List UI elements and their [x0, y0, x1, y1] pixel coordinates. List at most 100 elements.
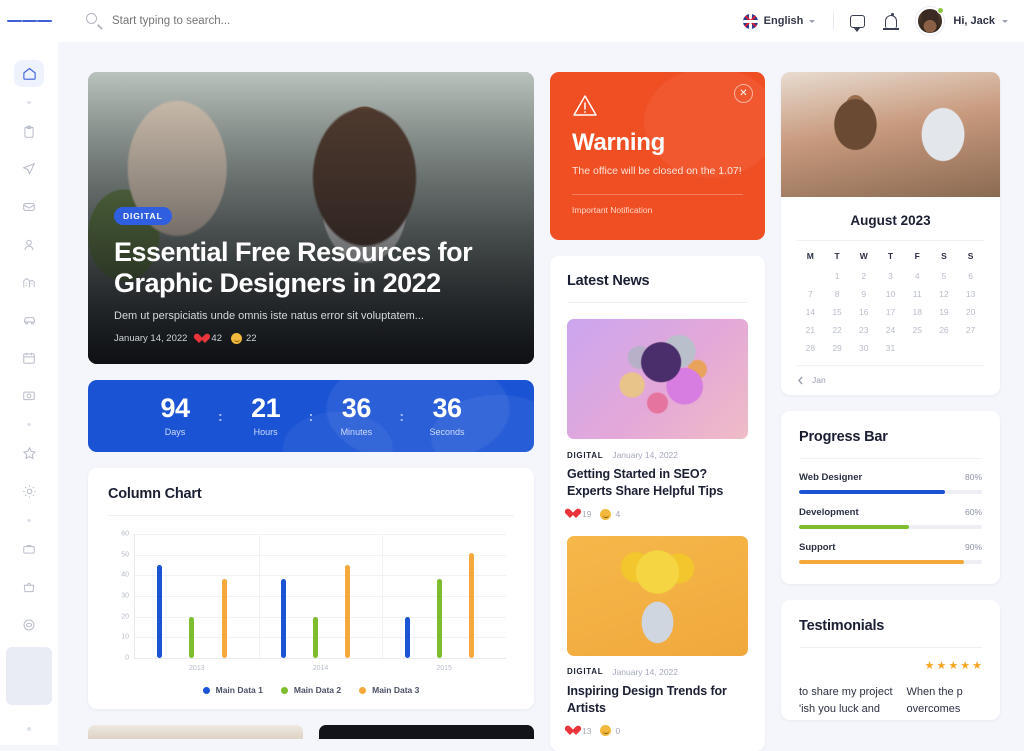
countdown-label: Hours — [253, 427, 278, 437]
countdown-value: 36 — [341, 393, 372, 423]
sidebar-item-bag[interactable] — [14, 574, 44, 601]
language-selector[interactable]: English — [731, 13, 828, 29]
calendar-day[interactable]: 27 — [957, 325, 984, 335]
calendar-day[interactable]: 3 — [877, 271, 904, 281]
user-greeting: Hi, Jack — [953, 15, 995, 27]
sidebar-item-eye[interactable] — [14, 611, 44, 638]
calendar-weekday: T — [887, 251, 894, 261]
chevron-down-icon[interactable] — [1002, 19, 1008, 23]
calendar-day[interactable]: 29 — [824, 343, 851, 353]
chevron-down-icon — [809, 19, 816, 23]
peek-card-2[interactable] — [319, 725, 534, 739]
news-headline[interactable]: Getting Started in SEO? Experts Share He… — [567, 466, 748, 501]
sidebar-scroll-thumb[interactable] — [6, 647, 52, 705]
chart-legend-item[interactable]: Main Data 1 — [202, 685, 263, 695]
calendar-day[interactable]: 11 — [904, 289, 931, 299]
sidebar-item-brightness[interactable] — [14, 478, 44, 505]
chart-bar[interactable] — [221, 579, 227, 658]
calendar-day[interactable]: 18 — [904, 307, 931, 317]
sidebar-item-calendar[interactable] — [14, 344, 44, 371]
progress-fill — [799, 525, 909, 529]
calendar-day[interactable]: 20 — [957, 307, 984, 317]
chart-bar[interactable] — [157, 565, 163, 658]
calendar-day[interactable]: 16 — [850, 307, 877, 317]
sidebar-item-clipboard[interactable] — [14, 118, 44, 145]
chart-bar[interactable] — [189, 616, 195, 658]
chart-y-tick: 50 — [121, 551, 129, 559]
calendar-day[interactable]: 28 — [797, 343, 824, 353]
calendar-day[interactable]: 31 — [877, 343, 904, 353]
calendar-day[interactable]: 2 — [850, 271, 877, 281]
chat-icon[interactable] — [840, 4, 874, 38]
calendar-day[interactable]: 30 — [850, 343, 877, 353]
peek-card-1[interactable] — [88, 725, 303, 739]
chart-bar[interactable] — [404, 616, 410, 658]
testimonial-text: to share my project'ish you luck andThan… — [799, 686, 893, 716]
progress-label: Web Designer — [799, 472, 863, 483]
search-bar[interactable] — [86, 13, 731, 30]
news-likes-count: 13 — [582, 725, 592, 736]
calendar-day[interactable]: 19 — [931, 307, 958, 317]
hero-category-badge[interactable]: DIGITAL — [114, 206, 172, 225]
sidebar-item-home[interactable] — [14, 60, 44, 87]
calendar-day[interactable]: 7 — [797, 289, 824, 299]
calendar-day[interactable]: 12 — [931, 289, 958, 299]
calendar-day[interactable]: 26 — [931, 325, 958, 335]
calendar-day[interactable]: 10 — [877, 289, 904, 299]
chart-bar[interactable] — [313, 616, 319, 658]
sidebar-item-camera[interactable] — [14, 382, 44, 409]
hero-article-card[interactable]: DIGITAL Essential Free Resources for Gra… — [88, 72, 534, 364]
chart-legend-item[interactable]: Main Data 3 — [359, 685, 419, 695]
calendar-day[interactable]: 14 — [797, 307, 824, 317]
calendar-day[interactable]: 22 — [824, 325, 851, 335]
progress-value: 80% — [964, 472, 982, 482]
calendar-footer[interactable]: Jan — [797, 365, 984, 395]
sidebar-item-building[interactable] — [14, 269, 44, 296]
calendar-photo — [781, 72, 1000, 197]
calendar-day[interactable]: 13 — [957, 289, 984, 299]
calendar-day[interactable]: 6 — [957, 271, 984, 281]
sidebar-item-car[interactable] — [14, 307, 44, 334]
calendar-day[interactable]: 5 — [931, 271, 958, 281]
chart-bar[interactable] — [468, 552, 474, 658]
chart-bar[interactable] — [436, 579, 442, 658]
calendar-day[interactable]: 8 — [824, 289, 851, 299]
progress-fill — [799, 490, 946, 494]
testimonial-text: When the povercomesthe world w — [906, 686, 963, 716]
news-list-item[interactable]: DIGITAL January 14, 2022 Getting Started… — [567, 319, 748, 520]
chart-bar[interactable] — [345, 565, 351, 658]
sidebar-item-user[interactable] — [14, 231, 44, 258]
chart-bar[interactable] — [280, 579, 286, 658]
sidebar-item-star[interactable] — [14, 440, 44, 467]
calendar-day[interactable]: 25 — [904, 325, 931, 335]
search-input[interactable] — [112, 15, 412, 27]
chart-legend-item[interactable]: Main Data 2 — [280, 685, 341, 695]
bell-icon[interactable] — [874, 4, 908, 38]
news-headline[interactable]: Inspiring Design Trends for Artists — [567, 683, 748, 718]
countdown-label: Minutes — [340, 427, 373, 437]
calendar-day[interactable]: 17 — [877, 307, 904, 317]
calendar-days-grid: 1 2 3 4 5 6 7 8 9 10 11 12 13 14 15 16 17 18 19 20 21 22 23 24 2… — [797, 271, 984, 353]
divider — [797, 240, 984, 241]
progress-row: Development 60% — [799, 507, 982, 529]
close-icon[interactable]: ✕ — [734, 84, 753, 103]
main-content: DIGITAL Essential Free Resources for Gra… — [58, 42, 1024, 751]
calendar-day[interactable]: 9 — [850, 289, 877, 299]
calendar-day[interactable]: 4 — [904, 271, 931, 281]
calendar-day[interactable]: 1 — [824, 271, 851, 281]
sidebar-item-briefcase[interactable] — [14, 536, 44, 563]
avatar[interactable] — [916, 7, 945, 35]
sidebar-item-mail[interactable] — [14, 194, 44, 221]
calendar-day[interactable]: 21 — [797, 325, 824, 335]
below-fold-peek — [88, 725, 534, 739]
calendar-day[interactable]: 23 — [850, 325, 877, 335]
news-list-item[interactable]: DIGITAL January 14, 2022 Inspiring Desig… — [567, 535, 748, 736]
sidebar — [0, 42, 58, 745]
countdown-value: 94 — [160, 393, 190, 423]
hamburger-icon[interactable] — [0, 18, 58, 24]
calendar-day[interactable]: 24 — [877, 325, 904, 335]
progress-row: Web Designer 80% — [799, 472, 982, 494]
sidebar-item-paper-plane[interactable] — [14, 156, 44, 183]
calendar-weekday: T — [834, 251, 840, 261]
calendar-day[interactable]: 15 — [824, 307, 851, 317]
